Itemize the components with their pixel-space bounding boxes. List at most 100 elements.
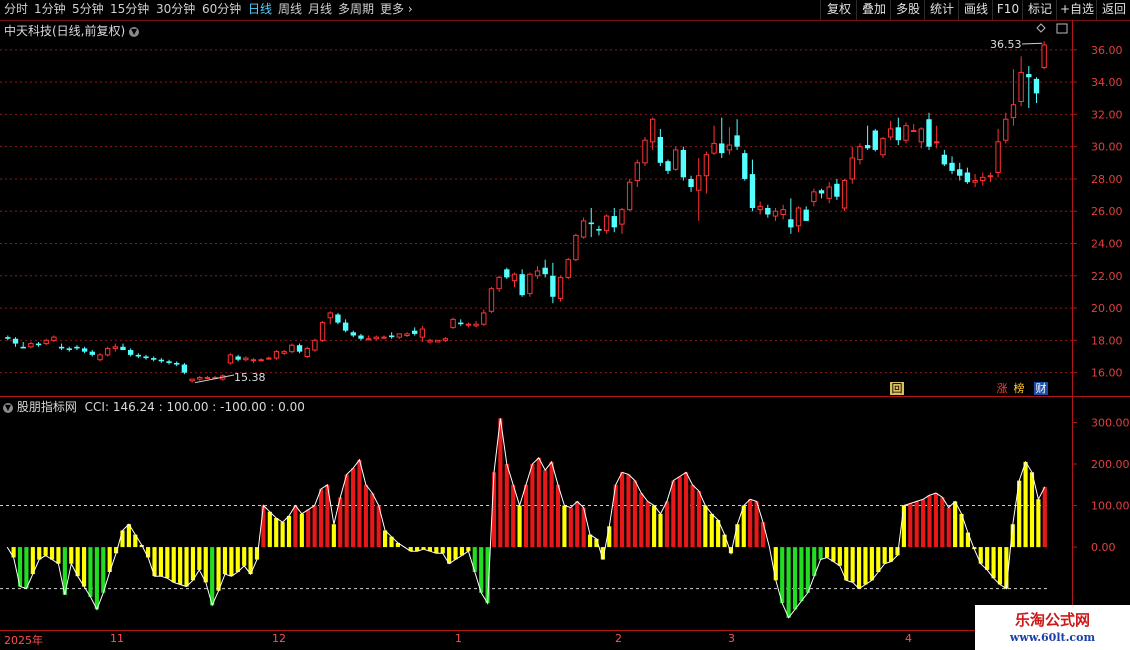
candle-body	[296, 345, 303, 352]
candle-body	[872, 130, 878, 150]
candle-body	[319, 322, 326, 341]
candle-body	[803, 209, 809, 221]
low-price-label: 15.38	[234, 371, 266, 384]
cci-tick-label: 0.00	[1091, 541, 1116, 554]
candle-body	[841, 180, 848, 209]
candle-body	[811, 191, 817, 203]
candle-body	[772, 210, 779, 217]
candle-body	[557, 276, 564, 299]
panel-divider	[0, 396, 1130, 397]
candle-body	[465, 323, 472, 326]
limit-up-badge[interactable]: 涨	[995, 382, 1009, 395]
candle-body	[588, 222, 594, 225]
candle-body	[442, 338, 449, 341]
candle-body	[726, 144, 733, 151]
date-axis-line	[0, 630, 1130, 631]
candle-body	[197, 376, 203, 380]
candle-body	[780, 209, 786, 215]
candle-body	[74, 346, 80, 349]
high-marker-arrow	[1021, 42, 1043, 45]
candle-body	[365, 338, 372, 341]
candle-body	[534, 270, 541, 277]
candle-body	[427, 339, 433, 343]
candle-body	[665, 161, 671, 171]
candle-body	[511, 273, 518, 282]
candle-body	[749, 174, 756, 208]
candle-body	[127, 350, 134, 355]
candle-body	[20, 346, 26, 349]
candle-body	[995, 141, 1001, 173]
candle-body	[135, 354, 142, 357]
candle-body	[158, 359, 165, 362]
candle-body	[719, 143, 725, 154]
candle-body	[849, 157, 855, 180]
candle-body	[795, 207, 802, 227]
candle-body	[957, 169, 963, 176]
candle-body	[742, 153, 748, 179]
high-price-label: 36.53	[990, 38, 1022, 51]
candle-body	[1003, 118, 1009, 141]
candle-body	[565, 259, 571, 278]
review-badge[interactable]: 回	[890, 382, 904, 395]
watermark-title: 乐淘公式网	[1014, 611, 1090, 629]
price-tick-label: 34.00	[1091, 76, 1123, 89]
candle-body	[580, 220, 587, 238]
candle-body	[281, 351, 287, 354]
candle-body	[404, 333, 410, 337]
candle-body	[642, 139, 648, 164]
candle-body	[826, 186, 832, 199]
candle-body	[435, 339, 441, 343]
candle-body	[1018, 71, 1024, 102]
candle-body	[250, 359, 257, 362]
candle-body	[120, 346, 126, 351]
candle-body	[458, 322, 464, 325]
candle-body	[941, 154, 948, 165]
candle-body	[235, 356, 241, 360]
candle-body	[112, 346, 118, 349]
candle-body	[980, 176, 986, 182]
candle-body	[918, 128, 925, 143]
date-label-2025: 2025年	[4, 634, 43, 647]
cci-tick-label: 100.00	[1091, 500, 1130, 513]
candle-body	[887, 128, 894, 138]
finance-badge[interactable]: 财	[1034, 382, 1048, 395]
candle-body	[66, 348, 72, 351]
price-tick-label: 36.00	[1091, 44, 1123, 57]
candle-body	[496, 276, 502, 290]
candle-body	[43, 339, 49, 345]
watermark-url: www.60lt.com	[1009, 631, 1096, 644]
candle-body	[519, 274, 525, 296]
cci-tick-label: 300.00	[1091, 416, 1130, 429]
candle-body	[412, 330, 418, 334]
price-tick-label: 28.00	[1091, 173, 1123, 186]
candle-body	[949, 162, 955, 171]
candle-body	[880, 138, 886, 156]
ranking-badge[interactable]: 榜	[1012, 382, 1026, 395]
candle-body	[542, 267, 548, 275]
candle-body	[189, 378, 195, 382]
candle-body	[204, 376, 211, 379]
candle-body	[711, 142, 717, 154]
candle-body	[388, 335, 395, 338]
candle-body	[335, 314, 341, 323]
candle-body	[626, 181, 633, 211]
candle-body	[703, 154, 710, 177]
candle-body	[734, 135, 740, 147]
price-tick-label: 32.00	[1091, 108, 1123, 121]
candle-body	[28, 343, 34, 348]
candle-body	[673, 149, 679, 170]
candle-body	[304, 347, 310, 357]
candle-body	[964, 172, 971, 183]
candle-body	[657, 136, 664, 163]
candle-body	[634, 162, 640, 182]
candle-body	[289, 344, 295, 353]
candle-body	[273, 351, 280, 359]
candle-body	[12, 338, 19, 344]
candle-body	[903, 125, 909, 141]
candle-body	[174, 362, 180, 365]
watermark: 乐淘公式网 www.60lt.com	[975, 605, 1130, 650]
chart-canvas: 16.00 18.00 20.00 22.00 24.00 26.00 28.00 30.00…	[0, 23, 1130, 619]
candle-body	[864, 145, 871, 149]
candle-body	[89, 351, 95, 355]
diamond-icon	[1036, 23, 1046, 33]
